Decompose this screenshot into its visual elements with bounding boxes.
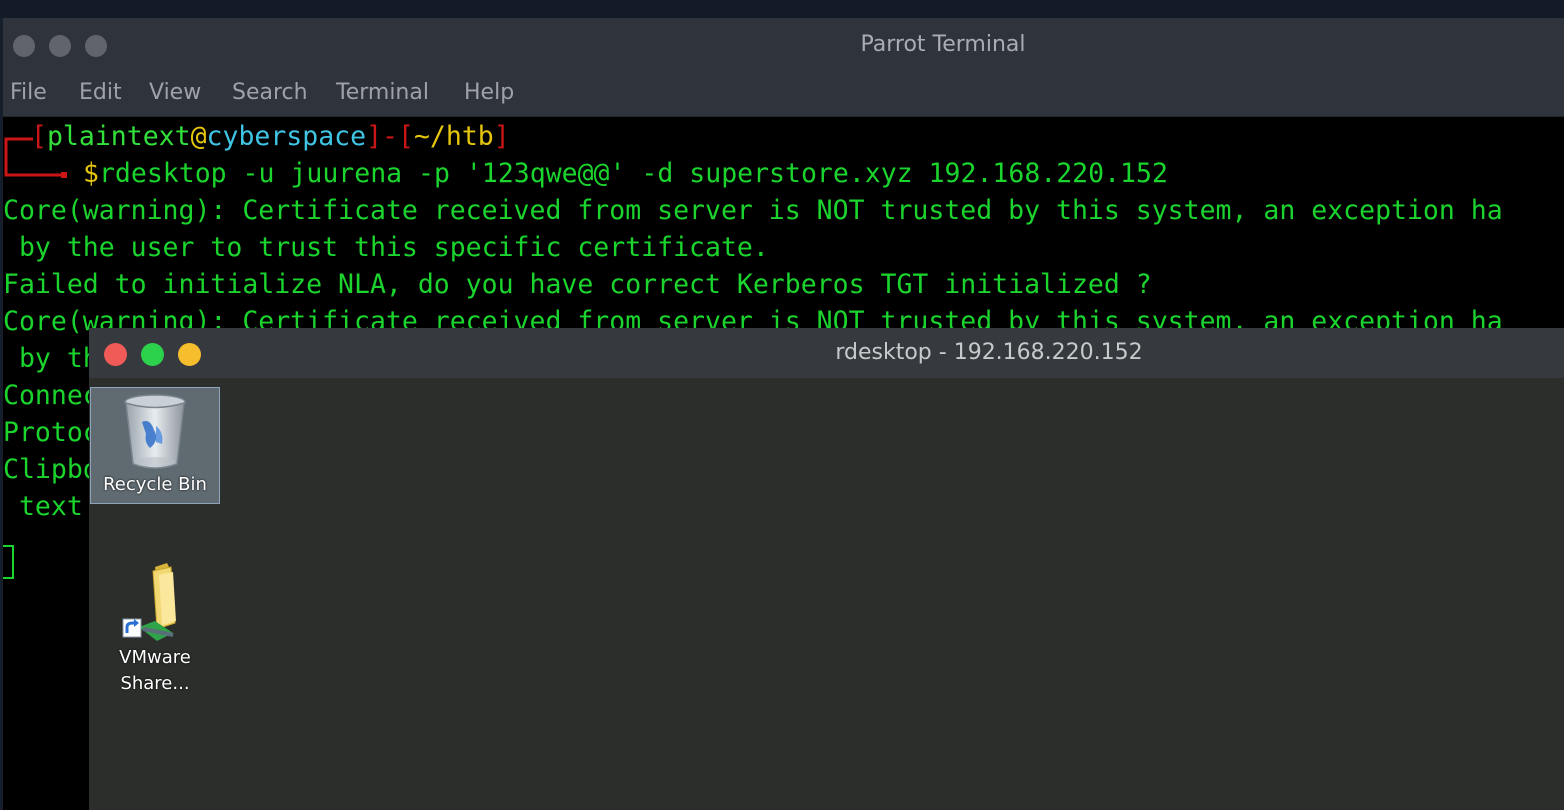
recycle-bin-desktop-icon[interactable]: Recycle Bin xyxy=(90,387,220,504)
remote-desktop-area[interactable]: Recycle Bin VMware Share... xyxy=(89,378,1564,810)
rdesktop-titlebar[interactable]: rdesktop - 192.168.220.152 xyxy=(89,328,1564,378)
prompt-at: @ xyxy=(190,121,207,152)
menu-search[interactable]: Search xyxy=(232,80,308,105)
prompt-user: plaintext xyxy=(46,121,191,152)
command-line: $rdesktop -u juurena -p '123qwe@@' -d su… xyxy=(83,156,1168,192)
output-line-7: Protoc xyxy=(3,417,99,448)
vmware-label-line2: Share... xyxy=(120,673,190,694)
terminal-cursor xyxy=(3,545,14,579)
vmware-label-line1: VMware xyxy=(119,647,191,668)
recycle-bin-icon xyxy=(124,394,186,469)
desktop-top-edge xyxy=(0,0,1564,18)
recycle-bin-label: Recycle Bin xyxy=(103,474,207,495)
output-line-6: Connec xyxy=(3,380,99,411)
menu-view[interactable]: View xyxy=(149,80,201,105)
output-line-1: Core(warning): Certificate received from… xyxy=(3,195,1503,226)
prompt-line: [plaintext@cyberspace]-[~/htb] xyxy=(31,121,510,152)
rdesktop-title: rdesktop - 192.168.220.152 xyxy=(835,340,1143,365)
output-line-9: text xyxy=(3,491,83,522)
menu-file[interactable]: File xyxy=(10,80,47,105)
output-line-5: by th xyxy=(3,343,99,374)
vmware-shared-folders-desktop-icon[interactable]: VMware Share... xyxy=(90,561,220,701)
prompt-host: cyberspace xyxy=(206,121,367,152)
terminal-title: Parrot Terminal xyxy=(860,32,1026,57)
output-line-3: Failed to initialize NLA, do you have co… xyxy=(3,269,1152,300)
menu-terminal[interactable]: Terminal xyxy=(336,80,429,105)
prompt-dir: ~/htb xyxy=(413,121,494,152)
menu-edit[interactable]: Edit xyxy=(79,80,122,105)
prompt-symbol: $ xyxy=(83,158,99,189)
rdesktop-window[interactable]: rdesktop - 192.168.220.152 Recycle Bin V… xyxy=(89,328,1564,810)
terminal-menubar: File Edit View Search Terminal Help xyxy=(3,70,1564,117)
terminal-titlebar[interactable]: Parrot Terminal xyxy=(3,18,1564,70)
shared-folder-shortcut-icon xyxy=(122,563,176,641)
output-line-2: by the user to trust this specific certi… xyxy=(3,232,769,263)
menu-help[interactable]: Help xyxy=(464,80,514,105)
command-text: rdesktop -u juurena -p '123qwe@@' -d sup… xyxy=(98,158,1168,189)
output-line-8: Clipbo xyxy=(3,454,99,485)
